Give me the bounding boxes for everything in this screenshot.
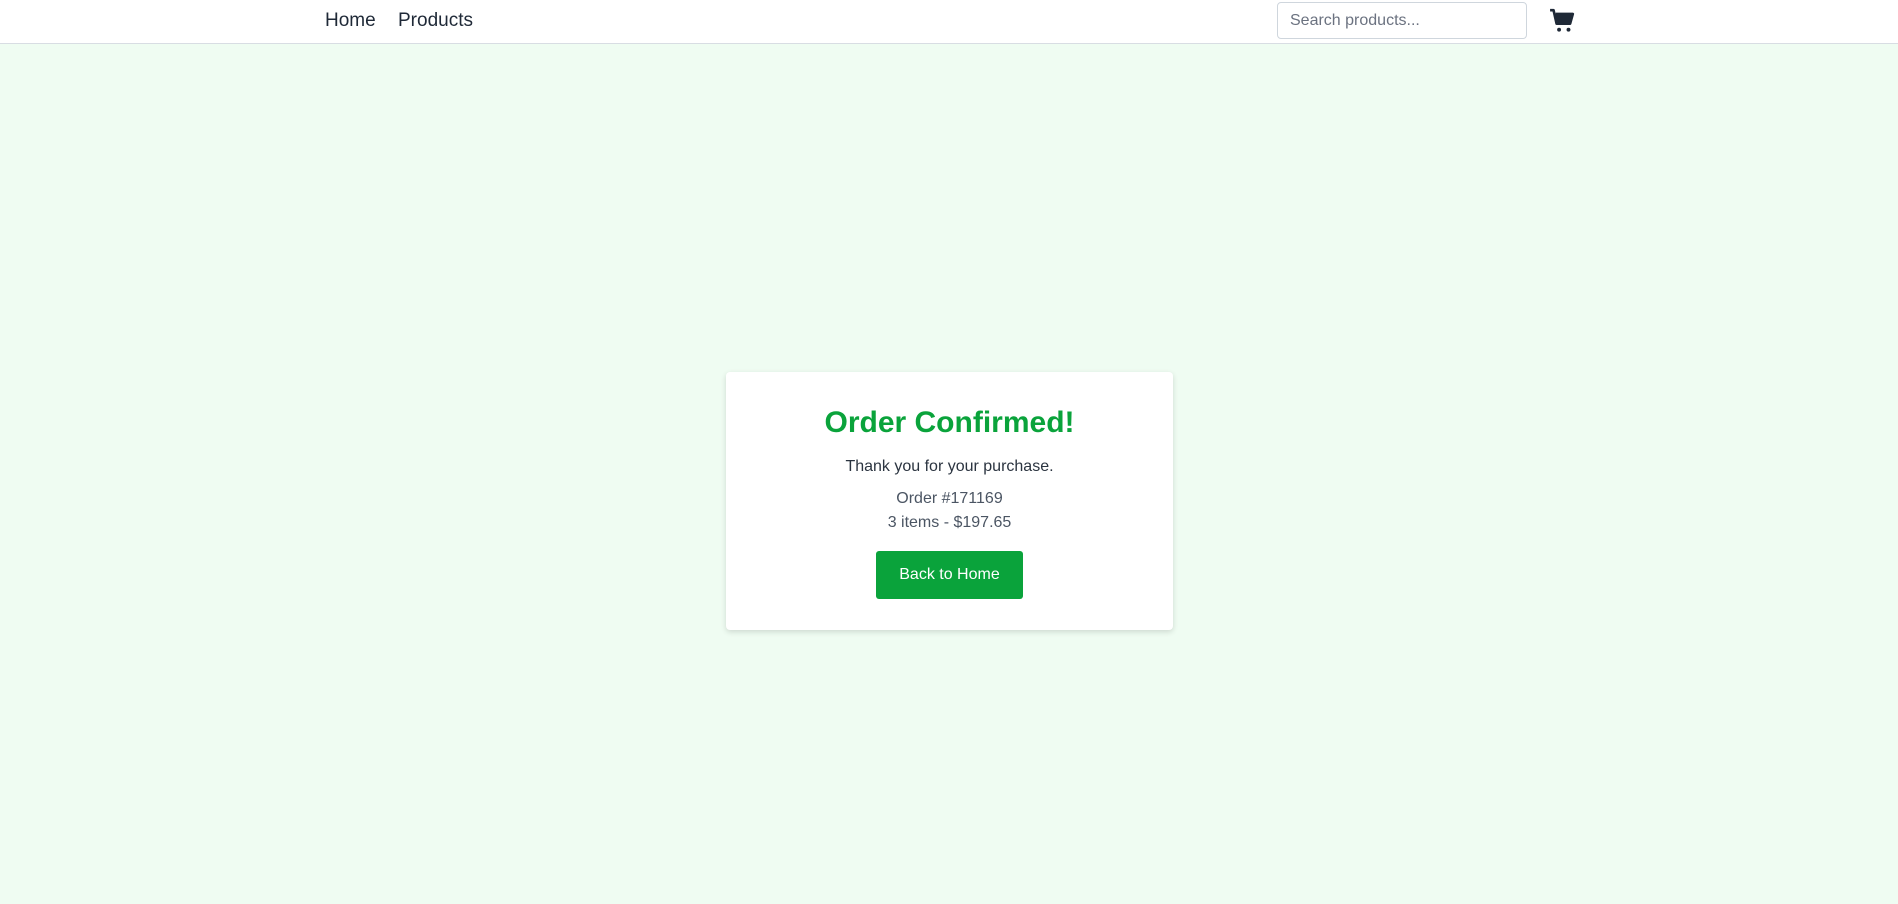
search-input[interactable]: [1277, 2, 1527, 39]
nav-link-products[interactable]: Products: [398, 10, 473, 32]
order-confirmation-card: Order Confirmed! Thank you for your purc…: [726, 372, 1173, 630]
nav-link-home[interactable]: Home: [325, 10, 376, 32]
confirmation-title: Order Confirmed!: [824, 406, 1075, 439]
order-number: Order #171169: [896, 490, 1003, 507]
back-to-home-button[interactable]: Back to Home: [876, 551, 1023, 599]
thank-you-message: Thank you for your purchase.: [845, 458, 1054, 475]
order-summary: 3 items - $197.65: [887, 514, 1012, 531]
shopping-cart-icon: [1550, 8, 1575, 32]
top-navbar: Home Products: [0, 0, 1898, 44]
cart-button[interactable]: [1549, 8, 1575, 34]
